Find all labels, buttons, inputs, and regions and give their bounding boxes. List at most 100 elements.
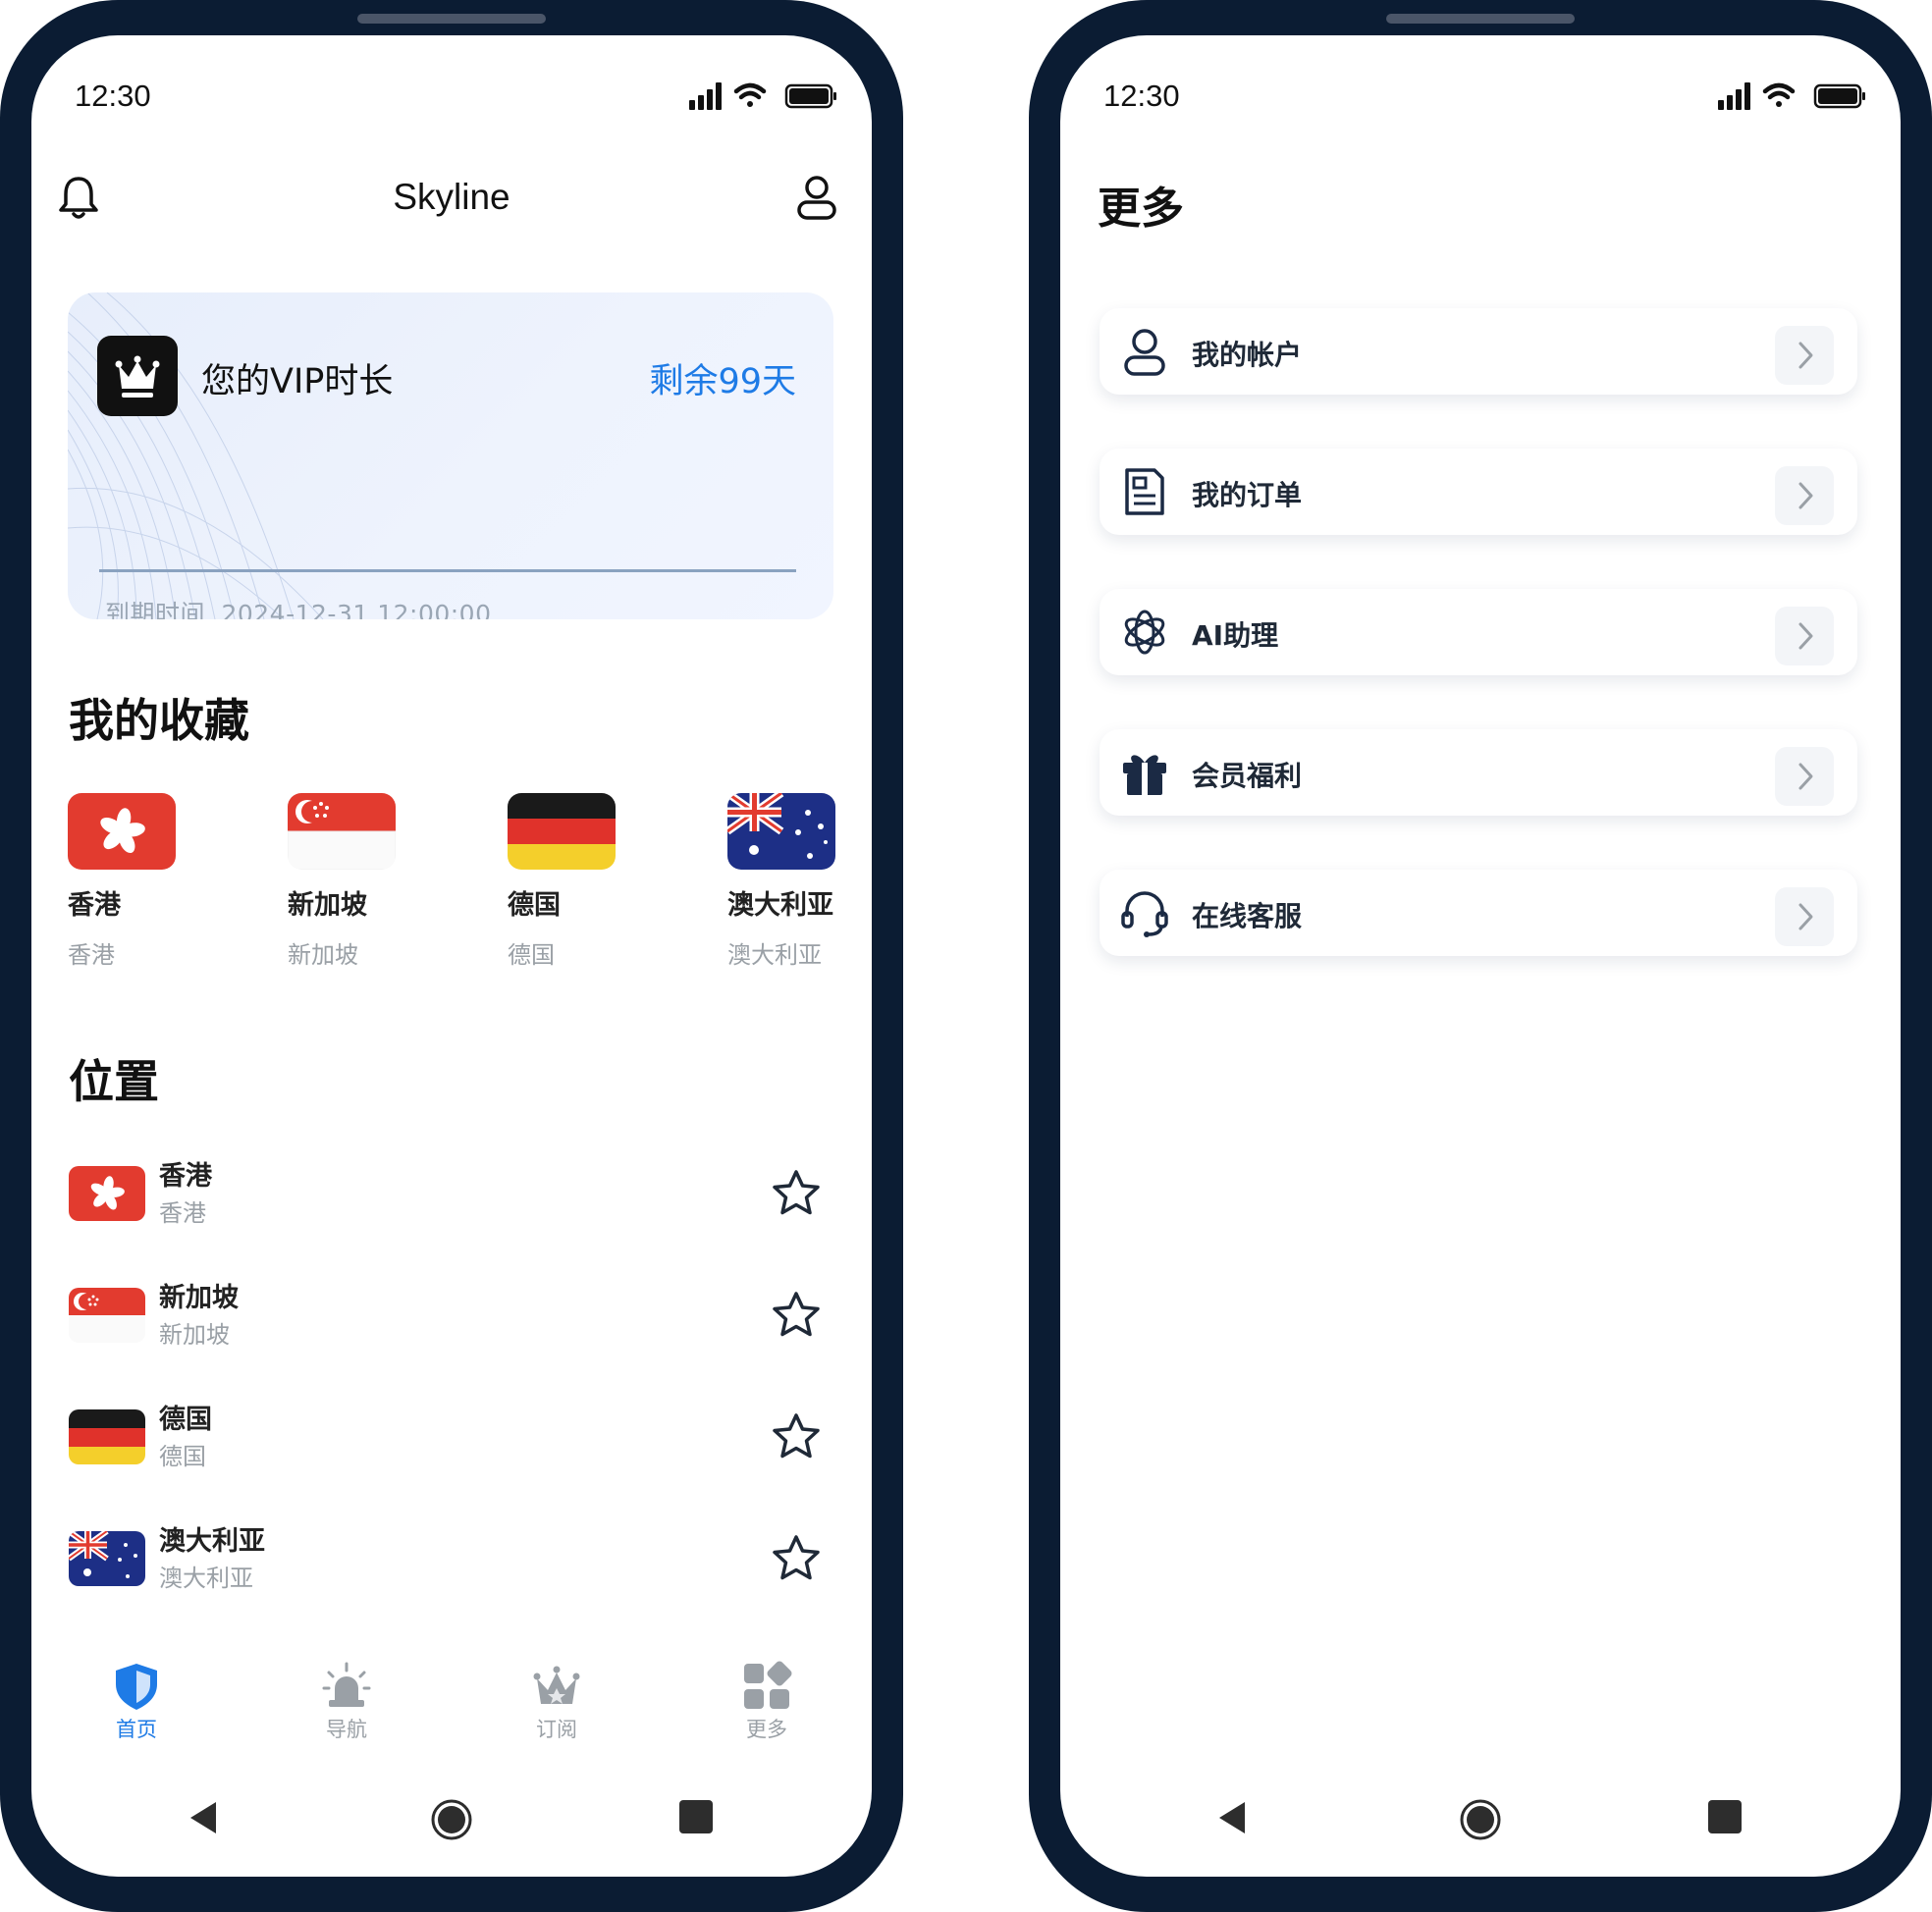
chevron-right-icon [1798,342,1813,369]
de-flag-icon [508,793,616,870]
location-row-au[interactable]: 澳大利亚 澳大利亚 [69,1519,834,1618]
favorites-title: 我的收藏 [69,694,249,747]
siren-icon [322,1662,371,1707]
vip-expiry: 到期时间 2024-12-31 12:00:00 [105,595,491,619]
favorite-sub: 德国 [508,941,555,969]
menu-item-benefits[interactable]: 会员福利 [1100,729,1857,816]
hk-flag-icon [69,1166,145,1221]
grid-icon [744,1661,792,1709]
favorite-item-au[interactable]: 澳大利亚 澳大利亚 [727,793,845,970]
chevron-right-icon [1798,763,1813,790]
menu-item-account[interactable]: 我的帐户 [1100,308,1857,395]
chevron-button[interactable] [1775,747,1834,806]
status-time: 12:30 [75,79,151,113]
chevron-right-icon [1798,903,1813,930]
tab-more[interactable]: 更多 [713,1661,821,1743]
location-row-hk[interactable]: 香港 香港 [69,1154,834,1252]
expiry-label: 到期时间 [105,600,206,619]
menu-label: 我的订单 [1192,479,1303,511]
vip-card[interactable]: 您的VIP时长 剩余99天 到期时间 2024-12-31 12:00:00 [68,292,833,619]
favorite-item-de[interactable]: 德国 德国 [508,793,625,970]
sg-flag-icon [288,793,396,870]
recents-nav-icon[interactable] [1706,1798,1744,1835]
menu-item-support[interactable]: 在线客服 [1100,870,1857,956]
shield-icon [116,1664,157,1710]
location-name: 新加坡 [159,1283,239,1313]
home-screen: 12:30 Skyline 您的VIP时长 剩余99天 到期时间 2024-12… [31,35,872,1877]
expiry-value: 2024-12-31 12:00:00 [221,600,492,619]
tab-subscription[interactable]: 订阅 [503,1661,611,1743]
location-sub: 香港 [159,1199,206,1227]
wifi-icon [1762,82,1796,107]
app-title: Skyline [393,177,510,217]
favorite-name: 新加坡 [288,890,367,921]
tab-label: 导航 [326,1718,367,1741]
star-icon[interactable] [770,1533,823,1584]
tab-label: 首页 [116,1718,157,1741]
speaker-grille [1386,14,1575,24]
favorite-item-hk[interactable]: 香港 香港 [68,793,186,970]
tab-label: 订阅 [536,1718,577,1741]
location-sub: 新加坡 [159,1321,230,1349]
page-title: 更多 [1098,184,1184,234]
user-icon [1124,329,1165,376]
star-icon[interactable] [770,1411,823,1462]
hk-flag-icon [68,793,176,870]
status-icons [689,79,838,114]
tab-navigation[interactable]: 导航 [293,1661,401,1743]
favorite-sub: 新加坡 [288,941,358,969]
location-row-de[interactable]: 德国 德国 [69,1398,834,1496]
location-name: 德国 [159,1405,212,1435]
menu-label: 会员福利 [1192,760,1303,792]
phone-frame-more: 12:30 更多 我的帐户 我的订单 AI助理 会员福利 在线客服 [1029,0,1932,1912]
ai-knot-icon [1124,610,1165,655]
favorite-name: 德国 [508,890,561,921]
locations-title: 位置 [69,1055,159,1108]
menu-item-ai-assistant[interactable]: AI助理 [1100,589,1857,675]
back-nav-icon[interactable] [1215,1798,1249,1837]
sg-flag-icon [69,1288,145,1343]
status-icons [1718,79,1867,114]
de-flag-icon [69,1409,145,1464]
chevron-button[interactable] [1775,607,1834,665]
menu-label: 我的帐户 [1192,339,1303,371]
crown-badge [97,336,178,416]
chevron-button[interactable] [1775,887,1834,946]
home-nav-icon[interactable] [1459,1798,1502,1841]
favorite-item-sg[interactable]: 新加坡 新加坡 [288,793,405,970]
crown-icon [115,355,160,398]
vip-title: 您的VIP时长 [201,362,394,401]
tab-label: 更多 [746,1718,787,1741]
home-nav-icon[interactable] [430,1798,473,1841]
speaker-grille [357,14,546,24]
tab-home[interactable]: 首页 [82,1661,190,1743]
au-flag-icon [727,793,835,870]
crown-icon [533,1666,580,1704]
headset-icon [1121,891,1168,937]
battery-icon [1813,83,1865,109]
signal-icon [1718,82,1750,110]
vip-remaining: 剩余99天 [649,362,796,401]
signal-icon [689,82,722,110]
more-screen: 12:30 更多 我的帐户 我的订单 AI助理 会员福利 在线客服 [1060,35,1901,1877]
battery-icon [784,83,836,109]
favorite-name: 澳大利亚 [727,890,833,921]
gift-icon [1123,755,1166,795]
phone-frame-home: 12:30 Skyline 您的VIP时长 剩余99天 到期时间 2024-12… [0,0,903,1912]
star-icon[interactable] [770,1168,823,1219]
location-name: 香港 [159,1161,212,1192]
vip-divider [99,569,796,572]
favorite-sub: 澳大利亚 [727,941,822,969]
chevron-button[interactable] [1775,466,1834,525]
profile-icon[interactable] [793,173,840,222]
star-icon[interactable] [770,1290,823,1341]
location-sub: 澳大利亚 [159,1565,253,1592]
location-row-sg[interactable]: 新加坡 新加坡 [69,1276,834,1374]
recents-nav-icon[interactable] [677,1798,715,1835]
back-nav-icon[interactable] [187,1798,220,1837]
chevron-button[interactable] [1775,326,1834,385]
location-name: 澳大利亚 [159,1526,265,1557]
status-time: 12:30 [1103,79,1180,113]
menu-item-orders[interactable]: 我的订单 [1100,449,1857,535]
location-sub: 德国 [159,1443,206,1470]
